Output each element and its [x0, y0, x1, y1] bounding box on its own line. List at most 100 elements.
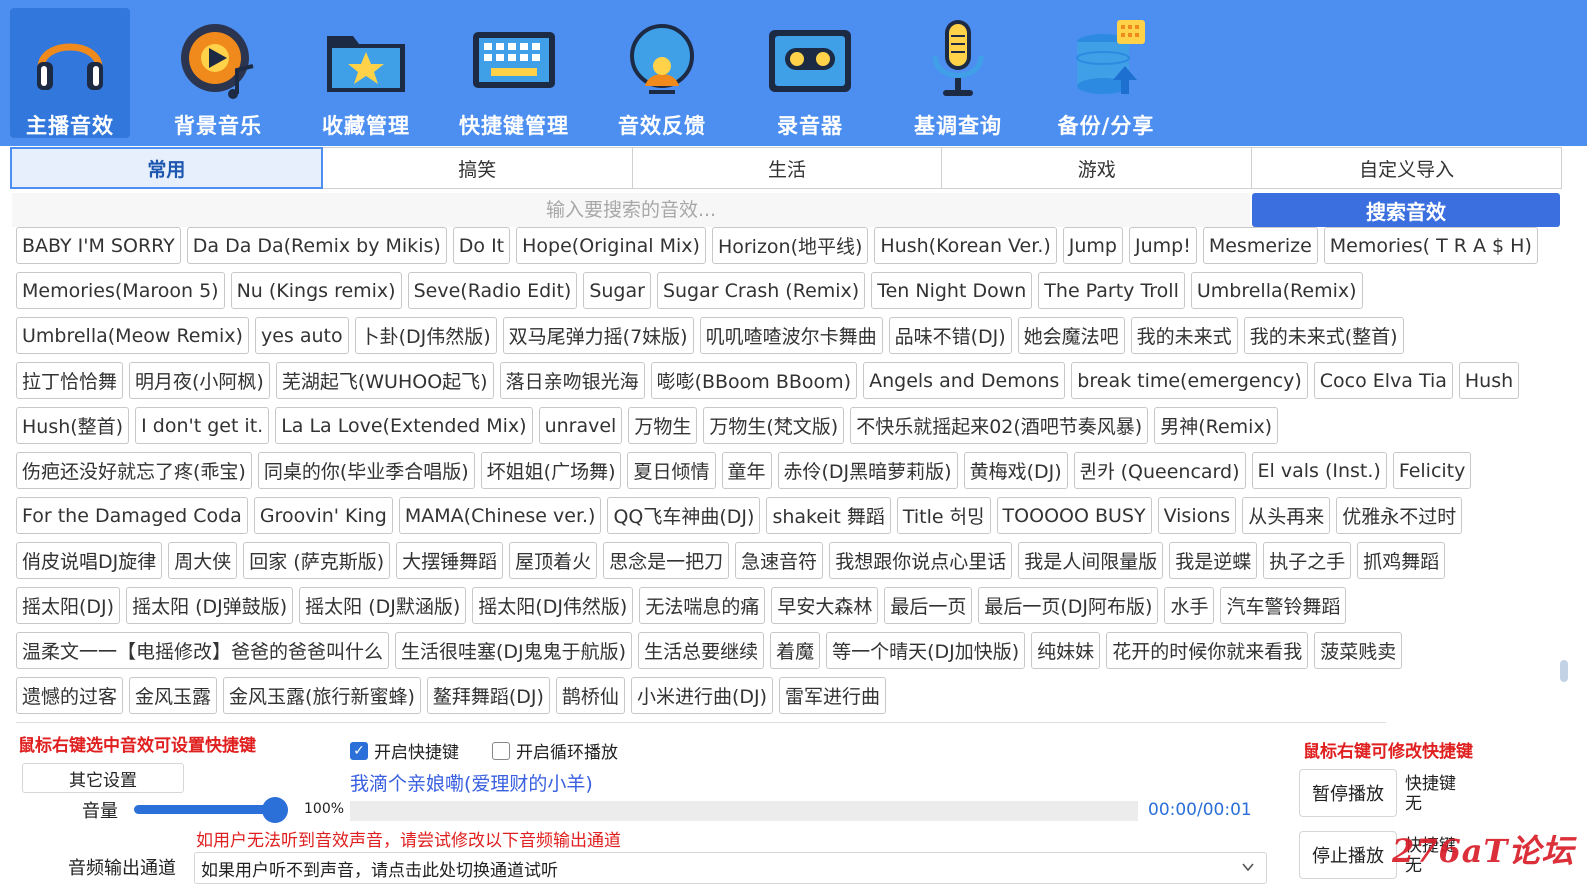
toolbar-item-backup[interactable]: 备份/分享 [1046, 8, 1166, 138]
sound-chip[interactable]: 万物生(梵文版) [703, 407, 845, 444]
sound-chip[interactable]: 等一个晴天(DJ加快版) [826, 632, 1026, 669]
sound-chip[interactable]: 摇太阳 (DJ默涵版) [299, 587, 467, 624]
tab-life[interactable]: 生活 [632, 147, 943, 189]
tab-custom-import[interactable]: 自定义导入 [1252, 147, 1562, 189]
sound-chip[interactable]: 思念是一把刀 [603, 542, 730, 579]
sound-chip[interactable]: 夏日倾情 [627, 452, 716, 489]
sound-chip[interactable]: Da Da Da(Remix by Mikis) [186, 227, 447, 264]
sound-chip[interactable]: 回家 (萨克斯版) [243, 542, 391, 579]
sound-chip[interactable]: Jump [1062, 227, 1123, 264]
sound-chip[interactable]: Coco Elva Tia [1313, 362, 1453, 399]
sound-chip[interactable]: 屋顶着火 [509, 542, 598, 579]
sound-chip[interactable]: Jump! [1129, 227, 1197, 264]
sound-chip[interactable]: 我想跟你说点心里话 [829, 542, 1013, 579]
sound-chip[interactable]: break time(emergency) [1071, 362, 1308, 399]
sound-chip[interactable]: Seve(Radio Edit) [407, 272, 578, 309]
pause-button[interactable]: 暂停播放 [1299, 769, 1397, 817]
sound-chip[interactable]: 퀸카 (Queencard) [1073, 452, 1246, 489]
sound-chip[interactable]: 周大侠 [168, 542, 238, 579]
sound-chip[interactable]: Visions [1157, 497, 1237, 534]
sound-chip[interactable]: 坏姐姐(广场舞) [480, 452, 622, 489]
sound-chip[interactable]: 大摆锤舞蹈 [396, 542, 504, 579]
sound-chip[interactable]: 摇太阳(DJ) [16, 587, 121, 624]
sound-chip[interactable]: 她会魔法吧 [1017, 317, 1125, 354]
scrollbar-thumb[interactable] [1560, 660, 1568, 682]
sound-chip[interactable]: shakeit 舞蹈 [766, 497, 891, 534]
sound-chip[interactable]: 金风玉露 [129, 677, 218, 714]
sound-chip[interactable]: El vals (Inst.) [1251, 452, 1387, 489]
sound-chip[interactable]: Horizon(地平线) [711, 227, 869, 264]
sound-chip[interactable]: La La Love(Extended Mix) [275, 407, 533, 444]
tab-funny[interactable]: 搞笑 [322, 147, 633, 189]
sound-chip[interactable]: 拉丁恰恰舞 [16, 362, 124, 399]
sound-chip[interactable]: 男神(Remix) [1154, 407, 1279, 444]
sound-chip[interactable]: QQ飞车神曲(DJ) [607, 497, 761, 534]
sound-chip[interactable]: 执子之手 [1263, 542, 1352, 579]
tab-common[interactable]: 常用 [10, 147, 323, 189]
sound-chip[interactable]: 品味不错(DJ) [888, 317, 1012, 354]
sound-chip[interactable]: 从头再来 [1242, 497, 1331, 534]
sound-chip[interactable]: 嘭嘭(BBoom BBoom) [650, 362, 858, 399]
sound-chip[interactable]: 同桌的你(毕业季合唱版) [257, 452, 475, 489]
sound-chip[interactable]: 早安大森林 [771, 587, 879, 624]
sound-chip[interactable]: Ten Night Down [871, 272, 1033, 309]
sound-chip[interactable]: 伤疤还没好就忘了疼(乖宝) [16, 452, 252, 489]
sound-chip[interactable]: 遗憾的过客 [16, 677, 124, 714]
toolbar-item-key-query[interactable]: 基调查询 [898, 8, 1018, 138]
sound-chip[interactable]: Hope(Original Mix) [516, 227, 706, 264]
other-settings-button[interactable]: 其它设置 [22, 763, 184, 793]
sound-chip[interactable]: 童年 [721, 452, 772, 489]
sound-chip[interactable]: 落日亲吻银光海 [499, 362, 645, 399]
sound-chip[interactable]: 优雅永不过时 [1336, 497, 1463, 534]
sound-chip[interactable]: 着魔 [770, 632, 821, 669]
sound-chip[interactable]: 双马尾弹力摇(7妹版) [502, 317, 694, 354]
sound-chip[interactable]: 雷军进行曲 [779, 677, 887, 714]
sound-chip[interactable]: 纯妹妹 [1031, 632, 1101, 669]
sound-chip[interactable]: 黄梅戏(DJ) [963, 452, 1068, 489]
sound-chip[interactable]: 摇太阳(DJ伟然版) [472, 587, 634, 624]
sound-chip[interactable]: Sugar [583, 272, 651, 309]
sound-chip[interactable]: 鳌拜舞蹈(DJ) [426, 677, 550, 714]
sound-chip[interactable]: Hush [1458, 362, 1520, 399]
volume-slider-track[interactable] [134, 805, 276, 814]
sound-chip[interactable]: 万物生 [628, 407, 698, 444]
sound-chip[interactable]: TOOOOO BUSY [996, 497, 1152, 534]
sound-chip[interactable]: unravel [538, 407, 623, 444]
sound-chip[interactable]: 最后一页 [884, 587, 973, 624]
volume-slider-handle[interactable] [262, 797, 288, 823]
sound-chip[interactable]: Groovin' King [253, 497, 393, 534]
sound-chip[interactable]: yes auto [254, 317, 349, 354]
sound-chip[interactable]: 生活总要继续 [638, 632, 765, 669]
sound-chip[interactable]: 不快乐就摇起来02(酒吧节奏风暴) [850, 407, 1149, 444]
sound-chip[interactable]: MAMA(Chinese ver.) [398, 497, 602, 534]
sound-chip[interactable]: 俏皮说唱DJ旋律 [16, 542, 163, 579]
sound-chip[interactable]: 汽车警铃舞蹈 [1220, 587, 1347, 624]
sound-chip[interactable]: Felicity [1392, 452, 1472, 489]
sound-chip[interactable]: 水手 [1164, 587, 1215, 624]
sound-chip[interactable]: I don't get it. [135, 407, 270, 444]
sound-chip[interactable]: 我是人间限量版 [1018, 542, 1164, 579]
toolbar-item-hotkeys[interactable]: 快捷键管理 [454, 8, 574, 138]
enable-loop-checkbox[interactable]: 开启循环播放 [492, 738, 618, 763]
sound-chip[interactable]: 叽叽喳喳波尔卡舞曲 [699, 317, 883, 354]
tab-game[interactable]: 游戏 [942, 147, 1253, 189]
sound-chip[interactable]: 生活很哇塞(DJ鬼鬼于航版) [395, 632, 633, 669]
sound-chip[interactable]: Hush(整首) [16, 407, 130, 444]
sound-chip[interactable]: Memories( T R A $ H) [1323, 227, 1538, 264]
sound-chip[interactable]: Do It [452, 227, 511, 264]
sound-chip[interactable]: 赤伶(DJ黑暗萝莉版) [777, 452, 958, 489]
sound-chip[interactable]: 我是逆蝶 [1169, 542, 1258, 579]
sound-chip[interactable]: 小米进行曲(DJ) [630, 677, 773, 714]
sound-chip[interactable]: Hush(Korean Ver.) [874, 227, 1057, 264]
sound-chip[interactable]: Angels and Demons [863, 362, 1066, 399]
sound-chip[interactable]: 我的未来式 [1130, 317, 1238, 354]
toolbar-item-anchor-effects[interactable]: 主播音效 [10, 8, 130, 138]
sound-chip[interactable]: 急速音符 [735, 542, 824, 579]
sound-chip[interactable]: 最后一页(DJ阿布版) [978, 587, 1159, 624]
search-input[interactable] [12, 193, 1250, 227]
sound-chip[interactable]: The Party Troll [1038, 272, 1185, 309]
playback-progress-bar[interactable] [350, 801, 1138, 821]
toolbar-item-favorites[interactable]: 收藏管理 [306, 8, 426, 138]
toolbar-item-recorder[interactable]: 录音器 [750, 8, 870, 138]
stop-button[interactable]: 停止播放 [1299, 831, 1397, 879]
